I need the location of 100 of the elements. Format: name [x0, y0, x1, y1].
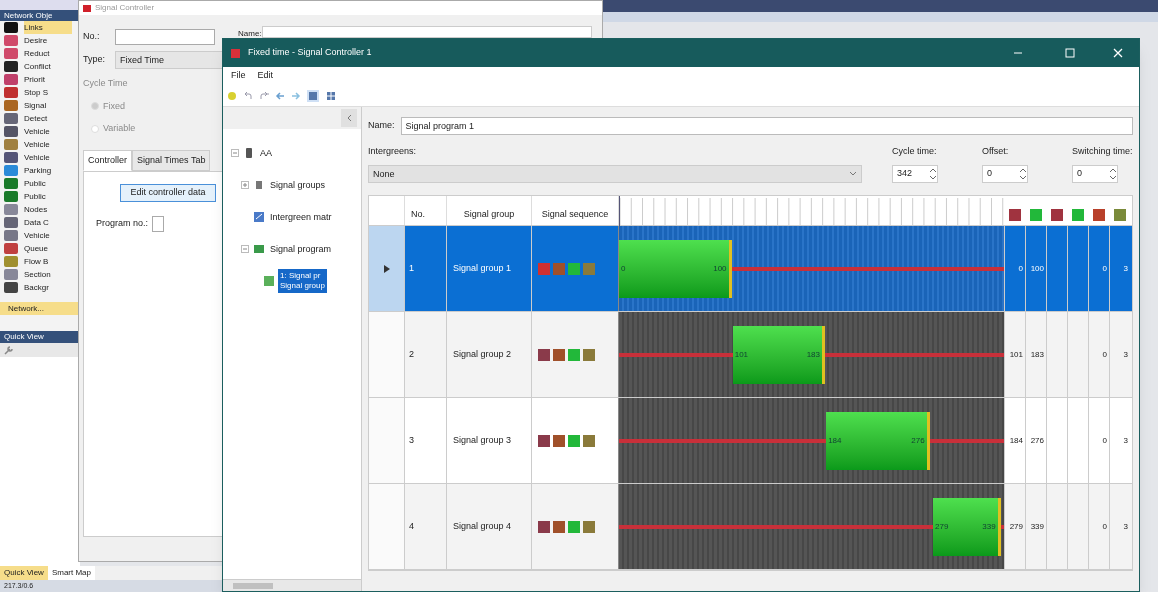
spinner-icon[interactable]: [929, 166, 937, 181]
switching-time-field[interactable]: 0: [1072, 164, 1118, 183]
table-cell: 100: [1030, 262, 1044, 275]
tree-item[interactable]: AA: [258, 148, 274, 158]
collapse-icon[interactable]: [231, 149, 239, 157]
tab[interactable]: Signal Times Tab: [132, 149, 211, 171]
list-item[interactable]: Public: [24, 177, 72, 190]
list-item[interactable]: Signal: [24, 99, 72, 112]
input-field[interactable]: [262, 26, 592, 38]
tab[interactable]: Controller: [83, 149, 132, 171]
expand-icon[interactable]: [241, 181, 249, 189]
list-item[interactable]: Queue: [24, 242, 72, 255]
radio-label: Fixed: [103, 99, 125, 113]
list-item[interactable]: Detect: [24, 112, 72, 125]
list-item[interactable]: Vehicle: [24, 138, 72, 151]
list-item[interactable]: Data C: [24, 216, 72, 229]
scrollbar[interactable]: [223, 579, 361, 591]
object-type-icon: [4, 191, 18, 202]
row-header[interactable]: [369, 312, 405, 397]
timeline-track[interactable]: 184 276: [619, 398, 1004, 483]
spinner-icon[interactable]: [1019, 166, 1027, 181]
bar-label: 100: [713, 263, 727, 275]
list-item[interactable]: Section: [24, 268, 72, 281]
list-item[interactable]: Flow B: [24, 255, 72, 268]
list-item[interactable]: Parking: [24, 164, 72, 177]
list-item[interactable]: Nodes: [24, 203, 72, 216]
list-item[interactable]: Desire: [24, 34, 72, 47]
grid-icon[interactable]: [307, 89, 319, 102]
table-cell: 276: [1030, 434, 1044, 447]
list-item[interactable]: Conflict: [24, 60, 72, 73]
grid-icon[interactable]: [325, 89, 337, 102]
object-type-icon: [4, 22, 18, 33]
radio-button[interactable]: [91, 102, 99, 111]
list-item[interactable]: Backgr: [24, 281, 72, 294]
undo-icon[interactable]: [243, 90, 253, 101]
arrow-right-icon[interactable]: [291, 90, 301, 101]
edit-button[interactable]: Edit controller data: [120, 184, 216, 202]
input-field[interactable]: [115, 29, 215, 45]
tab[interactable]: Quick View: [0, 566, 48, 580]
tab[interactable]: Smart Map: [47, 566, 95, 580]
list-item[interactable]: Vehicle: [24, 229, 72, 242]
collapse-button[interactable]: [341, 109, 357, 127]
redo-icon[interactable]: [259, 90, 269, 101]
list-item[interactable]: Stop S: [24, 86, 72, 99]
maximize-icon[interactable]: [1065, 48, 1075, 58]
column-header[interactable]: No.: [405, 196, 447, 225]
collapse-icon[interactable]: [241, 245, 249, 253]
tree-item[interactable]: Signal program: [268, 244, 334, 254]
panel-tab[interactable]: Network...: [0, 302, 80, 315]
phase-bar[interactable]: 0 100: [619, 240, 732, 298]
wrench-icon[interactable]: [4, 345, 14, 355]
list-item[interactable]: Public: [24, 190, 72, 203]
list-item[interactable]: Vehicle: [24, 125, 72, 138]
table-cell-text: Signal group 1: [453, 261, 512, 275]
circle-icon[interactable]: [227, 90, 237, 101]
list-item[interactable]: Vehicle: [24, 151, 72, 164]
list-item[interactable]: Priorit: [24, 73, 72, 86]
menu-item[interactable]: File: [231, 69, 246, 83]
close-icon[interactable]: [1113, 48, 1123, 58]
tree-item[interactable]: Intergreen matr: [268, 212, 334, 222]
list-item[interactable]: Links: [24, 21, 72, 34]
field-label: Switching time:: [1072, 145, 1133, 158]
timeline-track[interactable]: 101 183: [619, 312, 1004, 397]
table-row[interactable]: 3 Signal group 3 184 276 184 276 0 3: [369, 398, 1132, 484]
table-cell: 0: [1102, 434, 1107, 447]
list-item[interactable]: Reduct: [24, 47, 72, 60]
app-icon: [231, 48, 240, 58]
timeline-track[interactable]: 279 339: [619, 484, 1004, 569]
offset-field[interactable]: 0: [982, 164, 1028, 183]
row-header[interactable]: [369, 484, 405, 569]
field-label: Offset:: [982, 145, 1009, 158]
menu-item[interactable]: Edit: [257, 69, 274, 83]
group-label: Cycle Time: [83, 77, 129, 90]
row-header[interactable]: [369, 398, 405, 483]
cycle-time-field[interactable]: 342: [892, 164, 938, 183]
spinner-icon[interactable]: [1109, 166, 1117, 181]
tree-item[interactable]: Signal groups: [268, 180, 328, 190]
table-cell: 3: [1123, 520, 1128, 533]
intergreens-dropdown[interactable]: None: [368, 164, 862, 183]
phase-bar[interactable]: 184 276: [826, 412, 930, 470]
dropdown[interactable]: Fixed Time: [115, 51, 225, 69]
table-row[interactable]: 4 Signal group 4 279 339 279 339 0 3: [369, 484, 1132, 570]
table-cell: 184: [1009, 434, 1023, 447]
object-type-icon: [4, 269, 18, 280]
tree-item[interactable]: 1: Signal pr Signal group: [278, 269, 327, 293]
phase-bar[interactable]: 101 183: [732, 326, 825, 384]
column-header[interactable]: Signal sequence: [532, 196, 619, 225]
table-row[interactable]: 2 Signal group 2 101 183 101 183 0 3: [369, 312, 1132, 398]
object-type-icon: [4, 126, 18, 137]
field-label: Type:: [83, 53, 106, 67]
arrow-left-icon[interactable]: [275, 90, 285, 101]
object-type-icon: [4, 87, 18, 98]
table-cell: 0: [1102, 262, 1107, 275]
name-field[interactable]: Signal program 1: [400, 117, 1133, 135]
column-header[interactable]: Signal group: [447, 196, 532, 225]
timeline-track[interactable]: 0 100: [619, 226, 1004, 311]
input-field[interactable]: [152, 216, 165, 232]
table-row[interactable]: 1 Signal group 1 0 100 0 100 0 3: [369, 226, 1132, 312]
phase-bar[interactable]: 279 339: [933, 498, 1001, 556]
radio-button[interactable]: [91, 124, 99, 133]
